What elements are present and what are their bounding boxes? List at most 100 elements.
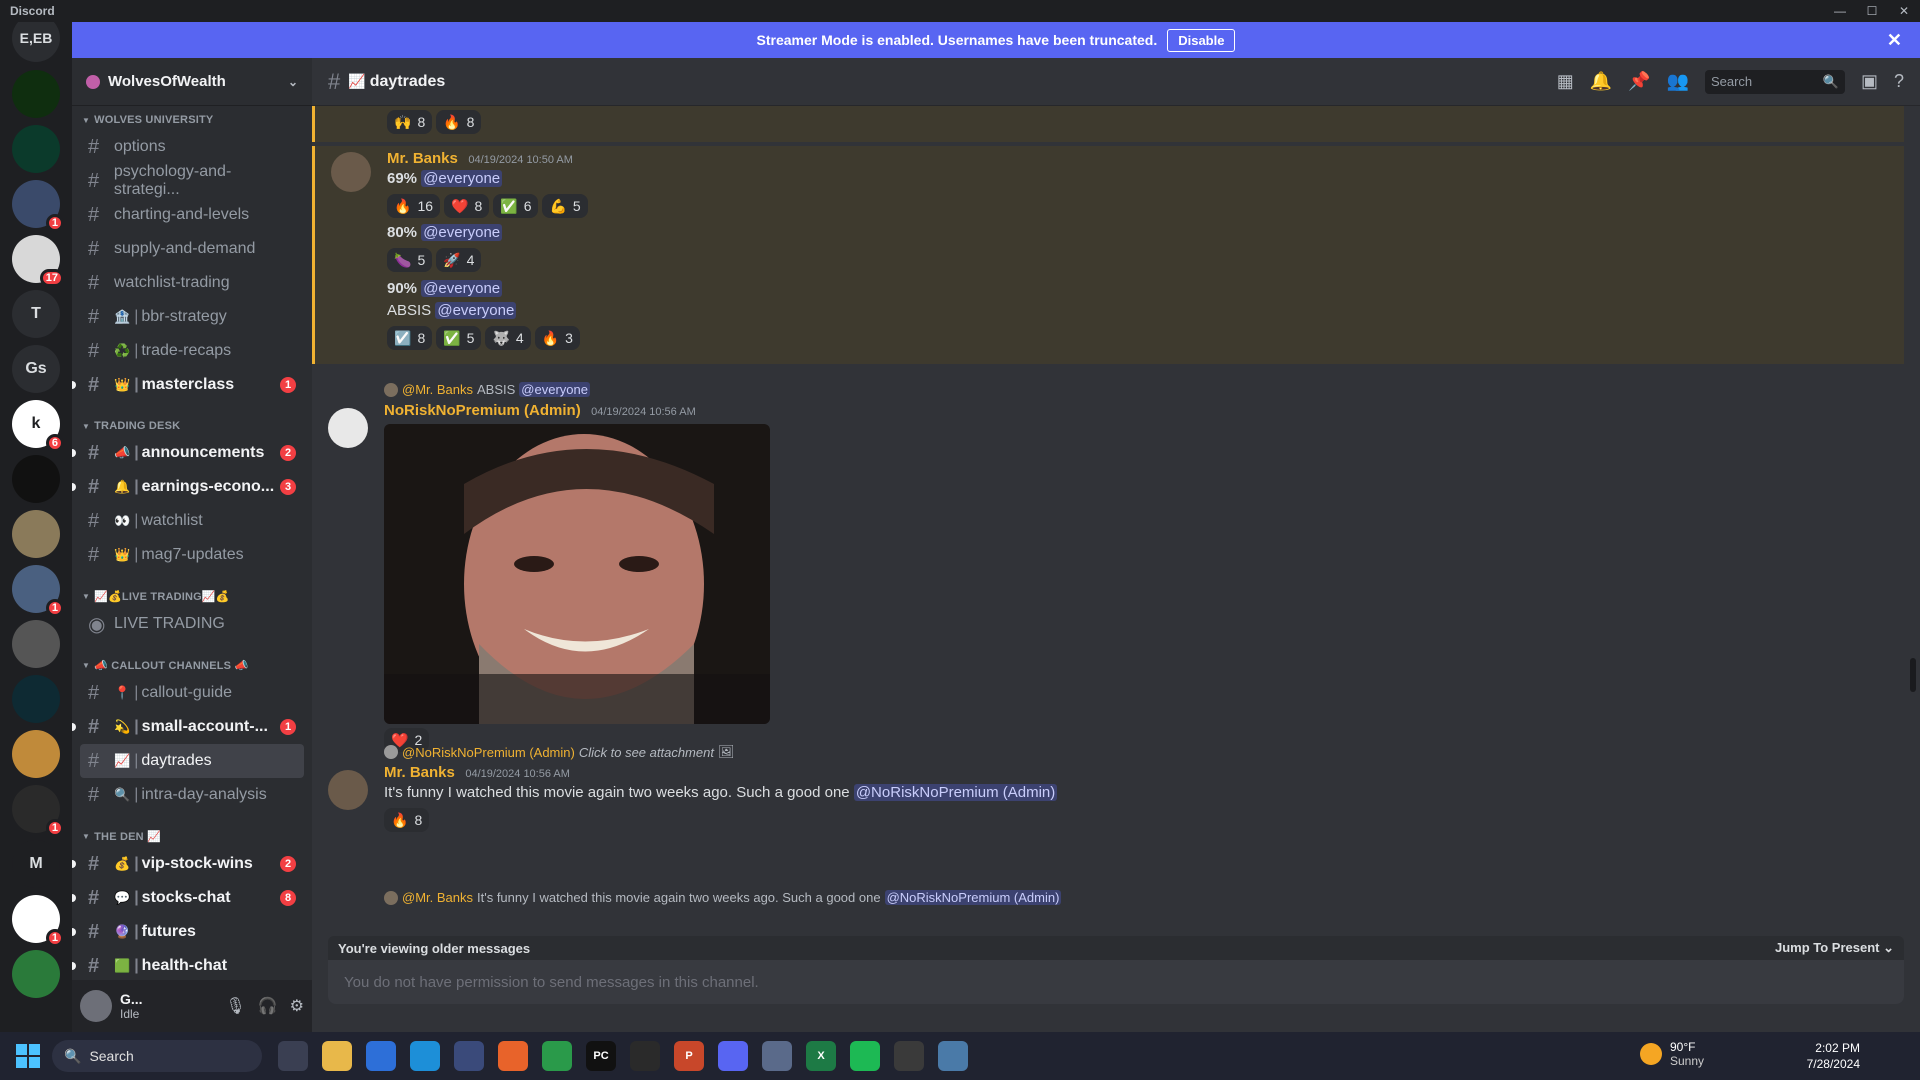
channel-item[interactable]: # psychology-and-strategi... bbox=[80, 163, 304, 198]
server-icon[interactable]: 17 bbox=[12, 235, 64, 287]
obs-icon[interactable] bbox=[894, 1041, 924, 1071]
microphone-icon[interactable]: 🎙 bbox=[225, 996, 245, 1016]
discord-icon[interactable] bbox=[718, 1041, 748, 1071]
close-button[interactable]: ✕ bbox=[1888, 0, 1920, 22]
channel-item[interactable]: # 🟩 | health-chat bbox=[72, 949, 304, 983]
reaction-button[interactable]: 🙌 8 bbox=[387, 110, 433, 134]
chrome-icon[interactable] bbox=[542, 1041, 572, 1071]
category-header[interactable]: ▼ 📣 CALLOUT CHANNELS 📣 bbox=[72, 641, 312, 676]
headphones-icon[interactable]: 🎧 bbox=[258, 996, 278, 1016]
reaction-button[interactable]: ❤️ 8 bbox=[444, 194, 490, 218]
server-icon[interactable] bbox=[12, 620, 60, 668]
threads-icon[interactable]: ▦ bbox=[1557, 71, 1574, 92]
reaction-button[interactable]: ✅ 6 bbox=[493, 194, 539, 218]
edge-icon[interactable] bbox=[410, 1041, 440, 1071]
avatar[interactable] bbox=[80, 990, 112, 1022]
channel-item[interactable]: # 🔮 | futures bbox=[72, 915, 304, 949]
server-icon[interactable]: Gs bbox=[12, 345, 60, 393]
server-icon[interactable] bbox=[12, 510, 60, 558]
mention[interactable]: @everyone bbox=[421, 280, 503, 297]
message-author[interactable]: NoRiskNoPremium (Admin) bbox=[384, 402, 581, 419]
inbox-icon[interactable]: ▣ bbox=[1861, 71, 1878, 92]
mention[interactable]: @everyone bbox=[421, 170, 503, 187]
message-author[interactable]: Mr. Banks bbox=[387, 150, 458, 167]
reaction-button[interactable]: ✅ 5 bbox=[436, 326, 482, 350]
reply-preview[interactable]: @Mr. Banks ABSIS @everyone bbox=[384, 382, 590, 397]
channel-item[interactable]: # 🏦 | bbr-strategy bbox=[80, 300, 304, 334]
firefox-icon[interactable] bbox=[498, 1041, 528, 1071]
server-icon[interactable]: M bbox=[12, 840, 60, 888]
members-icon[interactable]: 👥 bbox=[1667, 71, 1689, 92]
help-icon[interactable]: ? bbox=[1894, 71, 1904, 92]
search-input[interactable]: Search 🔍 bbox=[1704, 69, 1845, 94]
channel-item[interactable]: # 📈 | daytrades bbox=[80, 744, 304, 778]
reaction-button[interactable]: 🔥 8 bbox=[384, 808, 430, 832]
reaction-button[interactable]: 🚀 4 bbox=[436, 248, 482, 272]
message-author[interactable]: Mr. Banks bbox=[384, 764, 455, 781]
chevron-down-icon[interactable]: ⌄ bbox=[288, 75, 298, 89]
server-icon[interactable]: 1 bbox=[12, 180, 64, 232]
reaction-button[interactable]: 🔥 3 bbox=[534, 326, 580, 350]
pin-icon[interactable]: 📌 bbox=[1628, 71, 1650, 92]
channel-item[interactable]: # 🔍 | intra-day-analysis bbox=[80, 778, 304, 812]
reaction-button[interactable]: 🔥 16 bbox=[387, 194, 441, 218]
clock[interactable]: 2:02 PM 7/28/2024 bbox=[1780, 1040, 1860, 1072]
server-icon[interactable]: 1 bbox=[12, 895, 64, 947]
channel-item[interactable]: # 👑 | mag7-updates bbox=[80, 538, 304, 572]
maximize-button[interactable]: ☐ bbox=[1856, 0, 1888, 22]
channel-item[interactable]: # 📣 | announcements 2 bbox=[72, 436, 304, 470]
channel-item[interactable]: # 📍 | callout-guide bbox=[80, 676, 304, 710]
guild-header[interactable]: WolvesOfWealth ⌄ bbox=[72, 58, 312, 106]
server-icon[interactable]: k6 bbox=[12, 400, 64, 452]
powerpoint-icon[interactable]: P bbox=[674, 1041, 704, 1071]
cat-app-icon[interactable] bbox=[454, 1041, 484, 1071]
voice-channel[interactable]: ◉ LIVE TRADING bbox=[80, 607, 304, 641]
avatar[interactable] bbox=[328, 408, 368, 448]
reaction-button[interactable]: ☑️ 8 bbox=[387, 326, 433, 350]
channel-item[interactable]: # watchlist-trading bbox=[80, 266, 304, 300]
reaction-button[interactable]: 🍆 5 bbox=[387, 248, 433, 272]
category-header[interactable]: ▼ 📈💰LIVE TRADING📈💰 bbox=[72, 572, 312, 607]
gear-icon[interactable]: ⚙ bbox=[290, 996, 304, 1016]
reply-preview[interactable]: @Mr. Banks It's funny I watched this mov… bbox=[384, 890, 1062, 905]
mention[interactable]: @everyone bbox=[421, 224, 503, 241]
server-icon[interactable]: 1 bbox=[12, 565, 64, 617]
channel-item[interactable]: # ♻️ | trade-recaps bbox=[80, 334, 304, 368]
server-icon[interactable]: T bbox=[12, 290, 60, 338]
avatar[interactable] bbox=[328, 770, 368, 810]
jump-to-present-button[interactable]: Jump To Present ⌄ bbox=[1775, 940, 1894, 956]
windows-start-icon[interactable] bbox=[16, 1044, 40, 1068]
spotify-icon[interactable] bbox=[850, 1041, 880, 1071]
server-icon[interactable] bbox=[12, 675, 60, 723]
excel-icon[interactable]: X bbox=[806, 1041, 836, 1071]
channel-item[interactable]: # supply-and-demand bbox=[80, 232, 304, 266]
snip-icon[interactable] bbox=[762, 1041, 792, 1071]
image-attachment[interactable] bbox=[384, 424, 770, 724]
channel-item[interactable]: # 💫 | small-account-... 1 bbox=[72, 710, 304, 744]
store-icon[interactable] bbox=[366, 1041, 396, 1071]
channel-item[interactable]: # 👀 | watchlist bbox=[80, 504, 304, 538]
server-icon[interactable] bbox=[12, 125, 60, 173]
minimize-button[interactable]: — bbox=[1824, 0, 1856, 22]
avatar[interactable] bbox=[331, 152, 371, 192]
channel-item[interactable]: # charting-and-levels bbox=[80, 198, 304, 232]
reaction-button[interactable]: 💪 5 bbox=[542, 194, 588, 218]
mention[interactable]: @NoRiskNoPremium (Admin) bbox=[853, 784, 1058, 801]
app-icon[interactable] bbox=[630, 1041, 660, 1071]
server-icon[interactable] bbox=[12, 950, 60, 998]
reply-preview[interactable]: @NoRiskNoPremium (Admin) Click to see at… bbox=[384, 744, 734, 760]
server-icon[interactable] bbox=[12, 455, 60, 503]
server-icon[interactable] bbox=[12, 70, 60, 118]
task-view-icon[interactable] bbox=[278, 1041, 308, 1071]
disable-button[interactable]: Disable bbox=[1167, 28, 1236, 52]
category-header[interactable]: ▼ WOLVES UNIVERSITY bbox=[72, 106, 312, 130]
channel-item[interactable]: # 🔔 | earnings-econo... 3 bbox=[72, 470, 304, 504]
server-icon[interactable]: 1 bbox=[12, 785, 64, 837]
channel-item[interactable]: # 💬 | stocks-chat 8 bbox=[72, 881, 304, 915]
server-top[interactable]: E,EB bbox=[12, 22, 60, 62]
pycharm-icon[interactable]: PC bbox=[586, 1041, 616, 1071]
server-icon[interactable] bbox=[12, 730, 60, 778]
taskbar-search[interactable]: 🔍 Search bbox=[52, 1040, 262, 1072]
reaction-button[interactable]: 🔥 8 bbox=[436, 110, 482, 134]
close-icon[interactable]: ✕ bbox=[1887, 30, 1902, 51]
